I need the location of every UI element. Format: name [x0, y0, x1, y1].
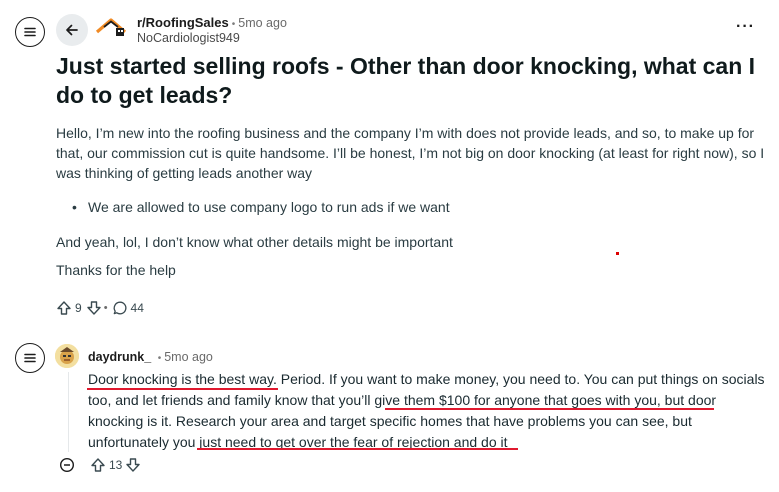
comment-text-highlight: Door knocking is the best way.	[88, 371, 277, 387]
meta-dot: •	[231, 19, 236, 30]
hamburger-icon	[24, 27, 36, 37]
comment-body: Door knocking is the best way. Period. I…	[88, 369, 768, 453]
comments-icon[interactable]	[112, 300, 128, 316]
back-button[interactable]	[56, 14, 88, 46]
subreddit-logo[interactable]	[94, 15, 130, 43]
action-dot: •	[103, 302, 108, 314]
post-actions: 9 • 44	[56, 299, 148, 317]
post-paragraph: Thanks for the help	[56, 262, 176, 278]
post-title: Just started selling roofs - Other than …	[56, 53, 756, 108]
comment-text-highlight: you’ll give them $100 for anyone that go…	[338, 392, 661, 408]
post-vote-count: 9	[75, 301, 82, 315]
minus-circle-icon[interactable]	[59, 457, 75, 473]
red-mark	[616, 252, 619, 255]
subreddit-name[interactable]: r/RoofingSales	[137, 15, 229, 30]
thread-line[interactable]	[68, 372, 69, 452]
post-author[interactable]: NoCardiologist949	[137, 31, 240, 45]
more-options-button[interactable]: ···	[736, 19, 755, 35]
upvote-icon[interactable]	[90, 457, 106, 473]
post-paragraph: And yeah, lol, I don’t know what other d…	[56, 234, 453, 250]
avatar[interactable]	[55, 344, 79, 368]
post-body: Hello, I’m new into the roofing business…	[56, 123, 768, 280]
red-underline	[197, 448, 518, 450]
comment-actions: 13	[59, 456, 141, 474]
downvote-icon[interactable]	[86, 300, 102, 316]
comment-vote-count: 13	[109, 458, 123, 472]
post-bullet-item: We are allowed to use company logo to ru…	[72, 197, 768, 217]
hamburger-icon	[24, 353, 36, 363]
post-age: 5mo ago	[238, 16, 287, 30]
red-underline	[87, 388, 278, 390]
downvote-icon[interactable]	[125, 457, 141, 473]
red-underline	[385, 408, 714, 410]
arrow-left-icon	[66, 24, 78, 36]
comment-count[interactable]: 44	[131, 301, 144, 315]
meta-dot: •	[157, 353, 162, 364]
comment-username[interactable]: daydrunk_	[88, 350, 151, 364]
post-bullet-list: We are allowed to use company logo to ru…	[72, 197, 768, 217]
upvote-icon[interactable]	[56, 300, 72, 316]
comment-age: 5mo ago	[164, 350, 213, 364]
post-paragraph: Hello, I’m new into the roofing business…	[56, 125, 765, 181]
avatar-icon	[55, 344, 79, 368]
menu-button[interactable]	[15, 17, 45, 47]
comment-menu-button[interactable]	[15, 343, 45, 373]
comment-meta: daydrunk_ • 5mo ago	[88, 349, 213, 367]
